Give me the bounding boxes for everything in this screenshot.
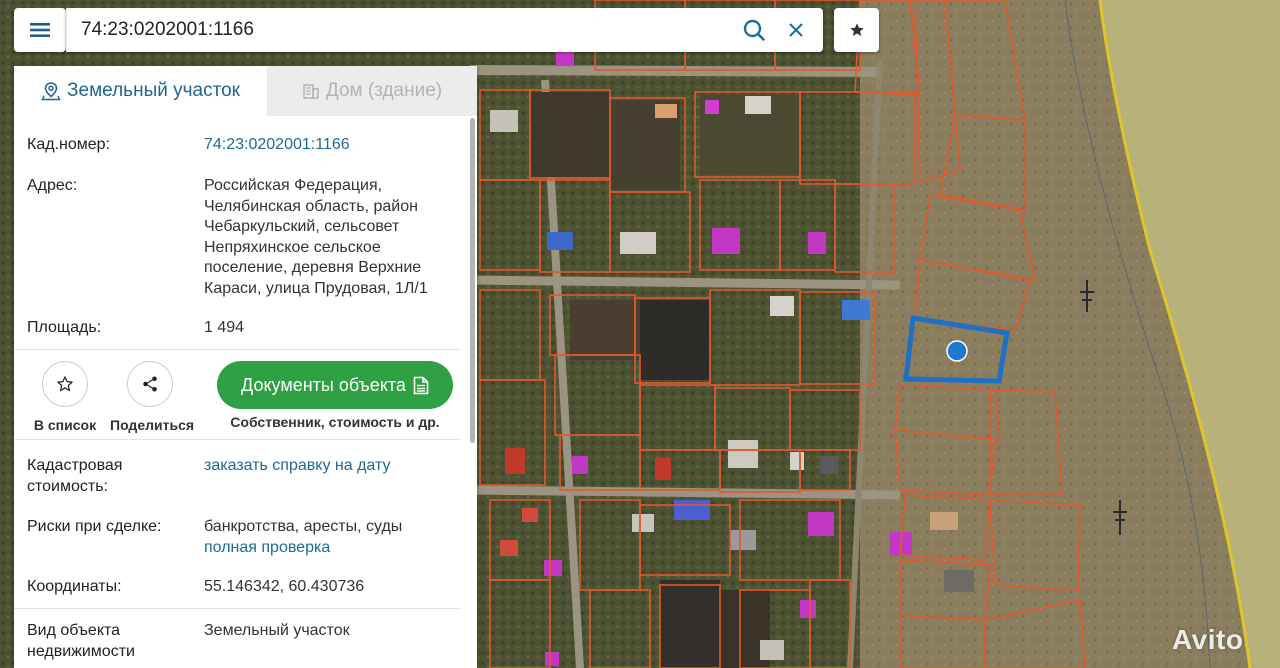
object-type-row: Вид объекта недвижимости Земельный участ… (27, 621, 457, 663)
add-to-list-label: В список (33, 417, 97, 433)
object-type-label: Вид объекта недвижимости (27, 622, 135, 660)
documents-button-label: Документы объекта (241, 374, 406, 395)
cadastral-number-row: Кад.номер: 74:23:0202001:1166 (27, 135, 457, 157)
object-tabs: Земельный участок Дом (здание) (14, 66, 477, 116)
hamburger-menu-icon (30, 23, 50, 37)
address-row: Адрес: Российская Федерация, Челябинская… (27, 176, 457, 300)
divider (14, 608, 460, 609)
avito-watermark: Avito (1172, 624, 1244, 655)
add-to-list-action: В список (32, 361, 98, 433)
tab-building-label: Дом (здание) (325, 80, 443, 101)
favorite-button[interactable] (834, 8, 879, 52)
share-icon (143, 376, 157, 392)
document-icon (413, 376, 429, 394)
full-check-link[interactable]: полная проверка (204, 538, 457, 559)
share-action: Поделиться (110, 361, 195, 433)
location-marker[interactable] (946, 340, 968, 362)
cadastral-number-label: Кад.номер: (27, 136, 110, 153)
risks-row: Риски при сделке: банкротства, аресты, с… (27, 517, 457, 559)
cadastral-cost-label: Кадастровая стоимость: (27, 457, 123, 495)
object-info-panel: Земельный участок Дом (здание) Кад.номер… (14, 66, 477, 668)
building-icon (303, 84, 319, 99)
coordinates-value: 55.146342, 60.430736 (204, 578, 365, 595)
land-plot-icon (41, 82, 61, 101)
share-label: Поделиться (110, 417, 195, 433)
divider (14, 349, 460, 350)
address-label: Адрес: (27, 177, 78, 194)
tab-land-plot-label: Земельный участок (67, 80, 240, 101)
address-value: Российская Федерация, Челябинская област… (204, 177, 428, 297)
area-value: 1 494 (204, 319, 245, 336)
close-icon[interactable] (785, 19, 807, 41)
order-certificate-link[interactable]: заказать справку на дату (204, 456, 457, 477)
scrollbar-thumb[interactable] (470, 118, 475, 443)
area-row: Площадь: 1 494 (27, 318, 457, 340)
risks-value: банкротства, аресты, суды (204, 518, 403, 535)
cadastral-cost-row: Кадастровая стоимость: заказать справку … (27, 456, 457, 498)
search-icon[interactable] (742, 18, 766, 42)
documents-subtitle: Собственник, стоимость и др. (230, 414, 440, 430)
tab-land-plot[interactable]: Земельный участок (14, 66, 267, 116)
object-type-value: Земельный участок (204, 622, 350, 639)
share-button[interactable] (127, 361, 173, 407)
search-input[interactable] (67, 8, 733, 52)
cadastral-number-link[interactable]: 74:23:0202001:1166 (204, 135, 457, 156)
add-to-list-button[interactable] (42, 361, 88, 407)
area-label: Площадь: (27, 319, 102, 336)
coordinates-row: Координаты: 55.146342, 60.430736 (27, 577, 457, 599)
tab-building[interactable]: Дом (здание) (267, 66, 477, 116)
search-bar (66, 8, 823, 52)
divider (14, 439, 460, 440)
menu-button[interactable] (14, 8, 66, 52)
star-filled-icon (849, 23, 864, 36)
documents-button[interactable]: Документы объекта (217, 361, 453, 409)
coordinates-label: Координаты: (27, 578, 122, 595)
risks-label: Риски при сделке: (27, 518, 162, 535)
star-outline-icon (57, 376, 73, 392)
